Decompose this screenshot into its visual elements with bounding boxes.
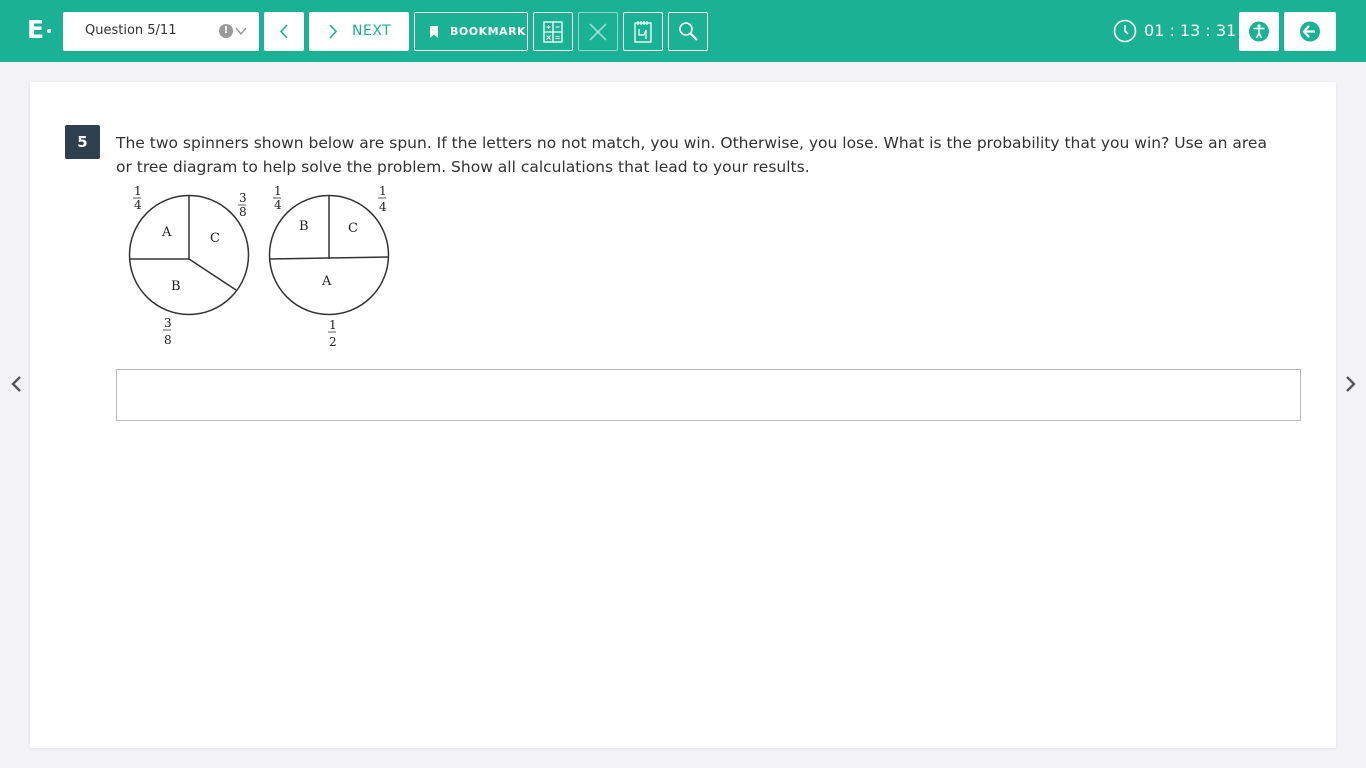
svg-text:3: 3 [164,316,172,330]
next-button[interactable]: NEXT [309,12,409,51]
bookmark-button[interactable]: BOOKMARK [414,12,528,51]
svg-text:1: 1 [274,184,282,198]
svg-text:8: 8 [164,333,172,347]
spinner-1-letter-c: C [210,231,220,246]
eliminate-button[interactable] [578,12,618,51]
close-icon [589,23,607,41]
zoom-button[interactable] [668,12,708,51]
svg-text:1: 1 [134,184,142,198]
question-selector[interactable]: Question 5/11 ! [63,12,259,51]
spinner-1-fraction-c: 3 8 [238,191,247,219]
accessibility-button[interactable] [1239,12,1279,51]
spinner-1-fraction-a: 1 4 [133,184,142,212]
next-page-arrow[interactable] [1343,374,1359,394]
spinner-2-fraction-b: 1 4 [273,184,282,212]
spinner-1: A C B 1 4 3 8 3 8 [128,184,250,347]
chevron-left-icon [279,24,288,39]
spinner-2-letter-c: C [348,221,358,236]
app-logo: E [27,15,45,44]
next-button-label: NEXT [352,23,392,39]
spinner-1-fraction-b: 3 8 [163,316,172,347]
calculator-button[interactable] [533,12,573,51]
question-card: 5 The two spinners shown below are spun.… [30,82,1336,748]
previous-page-arrow[interactable] [8,374,24,394]
svg-text:3: 3 [239,191,247,205]
svg-text:8: 8 [239,205,247,219]
spinner-2: B C A 1 4 1 4 1 2 [268,184,390,349]
chevron-right-icon [329,24,338,39]
calculator-icon [543,21,563,43]
search-icon [679,22,698,41]
clock-icon [1113,19,1137,43]
previous-button[interactable] [264,12,304,51]
top-toolbar: E Question 5/11 ! NEXT BOOKMARK 01: 13 … [0,0,1366,62]
spinner-1-letter-b: B [171,279,181,294]
question-selector-label: Question 5/11 [85,23,177,38]
spinner-2-letter-b: B [299,219,309,234]
svg-text:4: 4 [379,200,387,214]
bookmark-button-label: BOOKMARK [450,25,527,38]
bookmark-icon [430,26,438,38]
svg-text:4: 4 [274,198,282,212]
svg-text:1: 1 [379,184,387,198]
warning-icon: ! [219,24,233,38]
timer-value: 01 : 13 : 31 [1144,21,1237,40]
exit-arrow-icon [1300,21,1320,42]
svg-text:2: 2 [329,335,337,349]
spinner-2-fraction-a: 1 2 [328,318,337,349]
chevron-down-icon [235,27,247,36]
logo-dot [47,29,51,33]
spinners-figure: A C B 1 4 3 8 3 8 B C A 1 4 1 4 1 2 [128,184,390,349]
question-number-badge: 5 [65,125,100,159]
accessibility-icon [1249,21,1269,42]
spinner-1-letter-a: A [161,225,172,240]
spinner-2-fraction-c: 1 4 [378,184,387,214]
spinner-2-letter-a: A [321,274,332,289]
question-text: The two spinners shown below are spun. I… [116,134,1267,176]
answer-input[interactable] [116,369,1301,421]
exit-button[interactable] [1284,12,1336,51]
svg-text:4: 4 [134,198,142,212]
svg-text:1: 1 [329,318,337,332]
scratchpad-button[interactable] [623,12,663,51]
notepad-icon [634,21,652,43]
